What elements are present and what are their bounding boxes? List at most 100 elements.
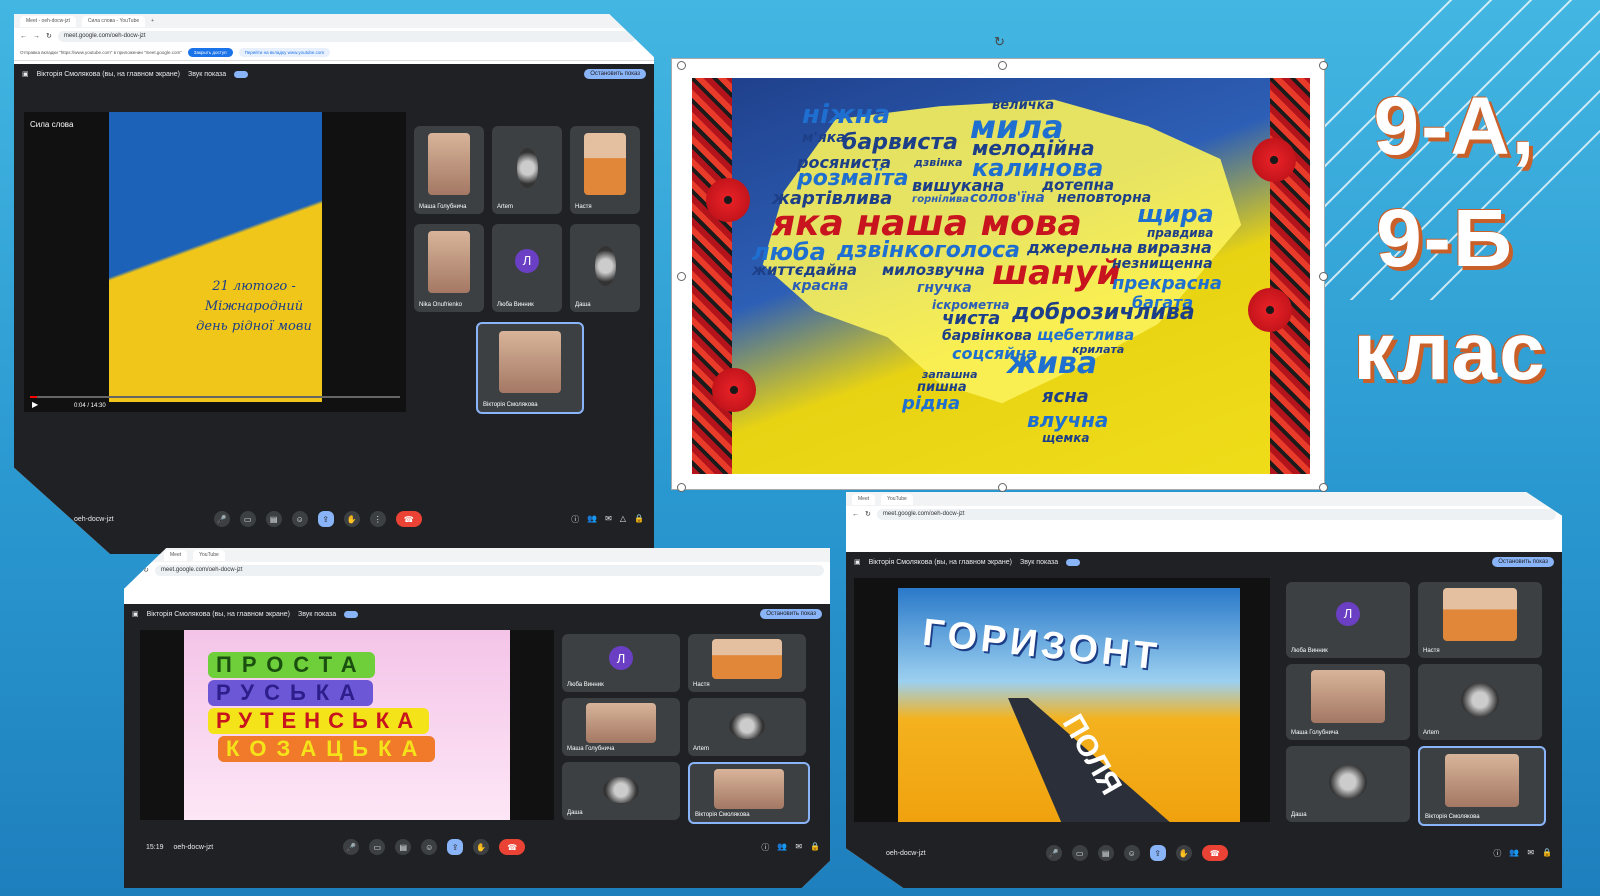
end-call-button[interactable]: ☎ [499,839,526,855]
reload-icon[interactable]: ↻ [143,566,149,574]
chat-icon[interactable]: ✉ [605,514,612,525]
participant-tile[interactable]: Настя [688,634,806,692]
resize-handle[interactable] [1319,272,1328,281]
participant-tile[interactable]: Даша [1286,746,1410,822]
tab-youtube[interactable]: YouTube [193,549,225,561]
url-field[interactable]: meet.google.com/oeh-docw-jzt [154,564,824,576]
participant-tile[interactable]: Даша [562,762,680,820]
participant-tile[interactable]: Настя [570,126,640,214]
resize-handle[interactable] [677,61,686,70]
info-icon[interactable]: ⓘ [1493,848,1501,859]
participant-tile[interactable]: Nika Onufrienko [414,224,484,312]
present-button[interactable]: ⇪ [447,839,464,855]
present-button[interactable]: ⇪ [1149,845,1166,861]
lock-icon[interactable]: 🔒 [1542,848,1552,859]
resize-handle[interactable] [998,61,1007,70]
star-icon[interactable]: ☆ [642,32,648,40]
sound-toggle[interactable] [344,610,359,618]
tab-meet[interactable]: Meet [852,493,876,505]
present-icon: ▣ [854,559,861,566]
mic-icon[interactable]: 🎤 [213,511,230,527]
participant-tile[interactable]: Настя [1418,582,1542,658]
participant-tile[interactable]: Л Люба Винник [492,224,562,312]
participant-tile[interactable]: Artem [688,698,806,756]
participant-tile-self[interactable]: Вікторія Смолякова [688,762,810,824]
people-icon[interactable]: 👥 [777,842,787,853]
end-call-button[interactable]: ☎ [395,511,422,527]
sound-toggle[interactable] [234,70,249,78]
play-icon[interactable]: ▶ [32,400,38,409]
present-icon: ▣ [132,611,139,618]
participant-tile-self[interactable]: Вікторія Смолякова [476,322,584,414]
meet-window: ▣ Вікторія Смолякова (вы, на главном экр… [14,64,654,554]
reload-icon[interactable]: ↻ [46,32,52,40]
sound-label: Звук показа [1020,558,1059,566]
participant-tile[interactable]: Маша Голубнича [562,698,680,756]
back-icon[interactable]: ← [130,567,137,574]
camera-icon[interactable]: ▭ [369,839,386,855]
chat-icon[interactable]: ✉ [795,842,802,853]
chat-icon[interactable]: ✉ [1527,848,1534,859]
camera-icon[interactable]: ▭ [1071,845,1088,861]
tab-meet[interactable]: Meet - oeh-docw-jzt [20,15,76,27]
word: барвиста [842,130,958,155]
switch-tab-button[interactable]: Перейти на вкладку www.youtube.com [238,47,331,57]
lock-icon[interactable]: 🔒 [634,514,644,525]
resize-handle[interactable] [677,272,686,281]
tab-youtube[interactable]: YouTube [881,493,913,505]
rotate-handle-icon[interactable]: ↻ [994,34,1005,50]
reload-icon[interactable]: ↻ [865,510,871,518]
resize-handle[interactable] [677,483,686,492]
participant-tile[interactable]: Маша Голубнича [1286,664,1410,740]
resize-handle[interactable] [1319,483,1328,492]
sound-toggle[interactable] [1066,558,1081,566]
emoji-icon[interactable]: ☺ [291,511,308,527]
shared-slide: ПРОСТА РУСЬКА РУТЕНСЬКА КОЗАЦЬКА [140,630,554,820]
participant-tile[interactable]: Л Люба Винник [1286,582,1410,658]
participant-tile[interactable]: Artem [492,126,562,214]
people-icon[interactable]: 👥 [1509,848,1519,859]
lock-icon[interactable]: 🔒 [810,842,820,853]
more-icon[interactable]: ⋮ [369,511,386,527]
captions-icon[interactable]: ▤ [395,839,412,855]
activities-icon[interactable]: △ [620,514,626,525]
url-field[interactable]: meet.google.com/oeh-docw-jzt [57,30,636,42]
mic-icon[interactable]: 🎤 [1045,845,1062,861]
raise-hand-icon[interactable]: ✋ [343,511,360,527]
word: доброзичлива [1012,300,1195,325]
tab-meet[interactable]: Meet [164,549,188,561]
participant-tile[interactable]: Artem [1418,664,1542,740]
participant-tile[interactable]: Л Люба Винник [562,634,680,692]
close-access-button[interactable]: Закрыть доступ [187,47,233,57]
stop-sharing-button[interactable]: Остановить показ [1492,557,1554,567]
info-icon[interactable]: ⓘ [571,514,579,525]
stop-sharing-button[interactable]: Остановить показ [760,609,822,619]
url-field[interactable]: meet.google.com/oeh-docw-jzt [876,508,1556,520]
tab-youtube[interactable]: Сила слова - YouTube [81,15,146,27]
info-icon[interactable]: ⓘ [761,842,769,853]
new-tab-icon[interactable]: + [151,18,154,24]
forward-icon[interactable]: → [33,33,40,40]
stop-sharing-button[interactable]: Остановить показ [584,69,646,79]
captions-icon[interactable]: ▤ [1097,845,1114,861]
meeting-code: oeh-docw-jzt [173,843,214,851]
video-progress[interactable] [30,396,400,398]
present-button[interactable]: ⇪ [317,511,334,527]
raise-hand-icon[interactable]: ✋ [1175,845,1192,861]
resize-handle[interactable] [998,483,1007,492]
people-icon[interactable]: 👥 [587,514,597,525]
browser-tabbar: Meet YouTube [124,548,830,562]
end-call-button[interactable]: ☎ [1201,845,1228,861]
resize-handle[interactable] [1319,61,1328,70]
participant-tile-self[interactable]: Вікторія Смолякова [1418,746,1546,826]
back-icon[interactable]: ← [852,511,859,518]
participant-tile[interactable]: Маша Голубнича [414,126,484,214]
emoji-icon[interactable]: ☺ [421,839,438,855]
raise-hand-icon[interactable]: ✋ [473,839,490,855]
camera-icon[interactable]: ▭ [239,511,256,527]
participant-tile[interactable]: Даша [570,224,640,312]
mic-icon[interactable]: 🎤 [343,839,360,855]
captions-icon[interactable]: ▤ [265,511,282,527]
back-icon[interactable]: ← [20,33,27,40]
emoji-icon[interactable]: ☺ [1123,845,1140,861]
